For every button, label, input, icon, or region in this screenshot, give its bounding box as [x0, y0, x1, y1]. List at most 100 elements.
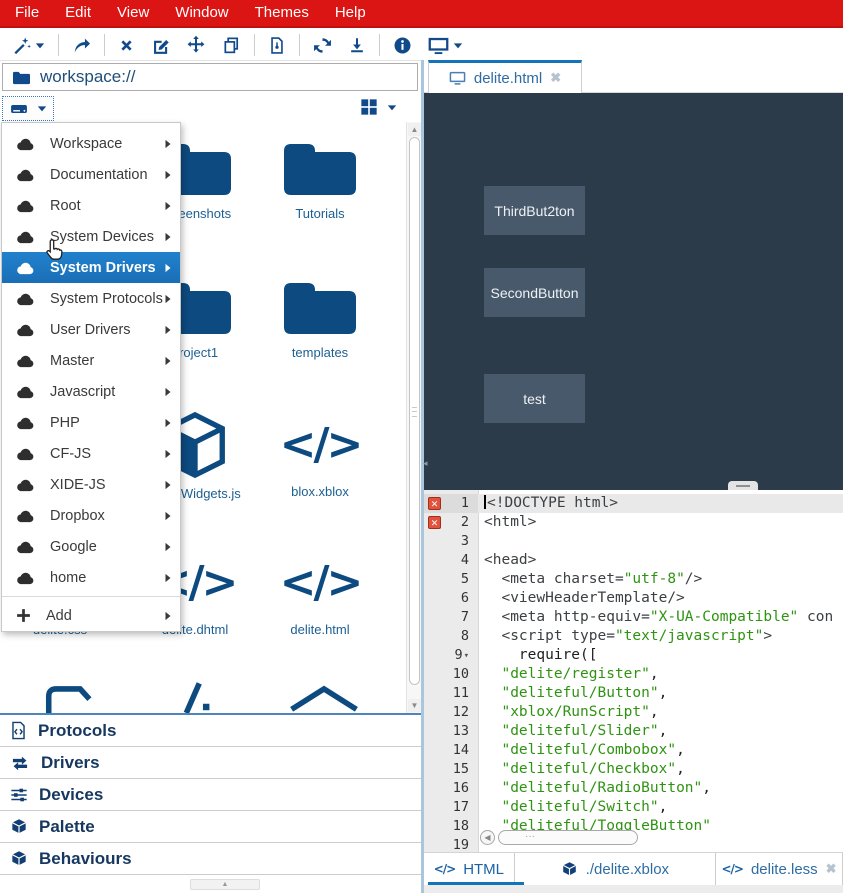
drive-menu-item-user-drivers[interactable]: User Drivers	[2, 314, 180, 345]
accordion-header-drivers[interactable]: Drivers	[0, 747, 421, 779]
menubar-item-help[interactable]: Help	[322, 0, 379, 26]
editor-line-8[interactable]: 8 <script type="text/javascript">	[424, 627, 843, 646]
scroll-left-arrow[interactable]: ◀	[480, 830, 495, 845]
preview-button-test[interactable]: test	[484, 374, 585, 423]
code-editor[interactable]: 1✕<!DOCTYPE html>2✕<html>34<head>5 <meta…	[424, 490, 843, 852]
drive-menu-item-system-devices[interactable]: System Devices	[2, 221, 180, 252]
drive-dropdown-menu: Workspace DocumentationRootSystem Devices…	[1, 122, 181, 632]
accordion-header-behaviours[interactable]: Behaviours	[0, 843, 421, 875]
file-item-tutorials[interactable]: Tutorials	[255, 136, 385, 221]
panel-collapse-handle[interactable]: ▲	[190, 879, 260, 890]
file-browser-scrollbar[interactable]: ▲ ▼	[406, 122, 421, 713]
drive-menu-item-javascript[interactable]: Javascript	[2, 376, 180, 407]
menu-item-label: System Protocols	[50, 291, 163, 307]
accordion-header-devices[interactable]: Devices	[0, 779, 421, 811]
toolbar-download-button[interactable]	[340, 34, 374, 56]
file-label: Tutorials	[295, 206, 344, 221]
submenu-arrow-icon	[164, 573, 172, 583]
ide-window: FileEditViewWindowThemesHelp workspace:/…	[0, 0, 843, 893]
file-item-blox-xblox[interactable]: </>blox.xblox	[255, 410, 385, 499]
drive-menu-item-cf-js[interactable]: CF-JS	[2, 438, 180, 469]
drive-menu-item-add[interactable]: Add	[2, 600, 180, 631]
editor-line-3[interactable]: 3	[424, 532, 843, 551]
editor-tab--delite-xblox[interactable]: ./delite.xblox	[515, 853, 716, 885]
menubar-item-file[interactable]: File	[2, 0, 52, 26]
editor-line-4[interactable]: 4<head>	[424, 551, 843, 570]
menubar-item-themes[interactable]: Themes	[242, 0, 322, 26]
drive-menu-item-root[interactable]: Root	[2, 190, 180, 221]
editor-horizontal-scrollbar[interactable]: ◀ ···	[480, 830, 655, 845]
editor-line-10[interactable]: 10 "delite/register",	[424, 665, 843, 684]
editor-line-9[interactable]: 9▾ require([	[424, 646, 843, 665]
fold-caret-icon[interactable]: ▾	[464, 651, 469, 661]
mouse-cursor-icon	[42, 237, 68, 263]
scrollbar-thumb[interactable]	[409, 137, 420, 685]
drive-menu-item-php[interactable]: PHP	[2, 407, 180, 438]
editor-line-14[interactable]: 14 "deliteful/Combobox",	[424, 741, 843, 760]
menubar-item-view[interactable]: View	[104, 0, 162, 26]
drive-menu-item-google[interactable]: Google	[2, 531, 180, 562]
toolbar-file-report-button[interactable]	[260, 34, 294, 57]
editor-line-2[interactable]: 2✕<html>	[424, 513, 843, 532]
tab-delite-html[interactable]: delite.html ✖	[428, 60, 582, 93]
file-item-delite-html[interactable]: </>delite.html	[255, 548, 385, 637]
toolbar-magic-wand-button[interactable]	[4, 34, 53, 57]
preview-button-thirdbut2ton[interactable]: ThirdBut2ton	[484, 186, 585, 235]
splitter-collapse-icon[interactable]: ◂	[423, 458, 428, 469]
drive-menu-item-xide-js[interactable]: XIDE-JS	[2, 469, 180, 500]
menu-item-label: Dropbox	[50, 508, 105, 524]
gutter-cell: 4	[424, 551, 478, 570]
editor-line-12[interactable]: 12 "xblox/RunScript",	[424, 703, 843, 722]
accordion-header-protocols[interactable]: Protocols	[0, 715, 421, 747]
drive-menu-item-documentation[interactable]: Documentation	[2, 159, 180, 190]
drive-menu-button[interactable]	[3, 97, 53, 120]
editor-line-15[interactable]: 15 "deliteful/Checkbox",	[424, 760, 843, 779]
drive-menu-item-dropbox[interactable]: Dropbox	[2, 500, 180, 531]
accordion-header-palette[interactable]: Palette	[0, 811, 421, 843]
editor-tab-delite-less[interactable]: </>delite.less✖	[716, 853, 843, 885]
editor-line-1[interactable]: 1✕<!DOCTYPE html>	[424, 494, 843, 513]
menubar-item-window[interactable]: Window	[162, 0, 241, 26]
scroll-up-arrow[interactable]: ▲	[408, 123, 421, 136]
close-icon[interactable]: ✖	[826, 861, 837, 877]
editor-tab-html[interactable]: </>HTML	[424, 853, 515, 885]
editor-line-6[interactable]: 6 <viewHeaderTemplate/>	[424, 589, 843, 608]
drive-menu-item-system-protocols[interactable]: System Protocols	[2, 283, 180, 314]
menu-item-label: Workspace	[50, 136, 122, 152]
file-item-templates[interactable]: templates	[255, 275, 385, 360]
preview-button-secondbutton[interactable]: SecondButton	[484, 268, 585, 317]
toolbar-edit-button[interactable]	[143, 34, 178, 57]
toolbar-move-button[interactable]	[178, 33, 214, 57]
code-file-icon: </>	[280, 548, 361, 618]
drive-menu-item-master[interactable]: Master	[2, 345, 180, 376]
toolbar-display-button[interactable]	[420, 34, 471, 57]
editor-line-7[interactable]: 7 <meta http-equiv="X-UA-Compatible" con	[424, 608, 843, 627]
editor-line-11[interactable]: 11 "deliteful/Button",	[424, 684, 843, 703]
editor-line-17[interactable]: 17 "deliteful/Switch",	[424, 798, 843, 817]
gutter-cell: 1✕	[424, 494, 478, 513]
menubar-item-edit[interactable]: Edit	[52, 0, 104, 26]
address-bar[interactable]: workspace://	[2, 63, 418, 91]
horizontal-splitter-handle[interactable]	[728, 481, 758, 490]
toolbar-refresh-button[interactable]	[305, 34, 340, 57]
html-preview-canvas[interactable]: ThirdBut2ton SecondButton test	[424, 93, 843, 490]
editor-line-5[interactable]: 5 <meta charset="utf-8"/>	[424, 570, 843, 589]
close-icon[interactable]: ✖	[550, 70, 561, 86]
drive-menu-item-system-drivers[interactable]: System Drivers	[2, 252, 180, 283]
gutter-cell: 3	[424, 532, 478, 551]
drive-menu-item-home[interactable]: home	[2, 562, 180, 593]
editor-line-16[interactable]: 16 "deliteful/RadioButton",	[424, 779, 843, 798]
editor-line-13[interactable]: 13 "deliteful/Slider",	[424, 722, 843, 741]
drive-menu-item-workspace[interactable]: Workspace	[2, 128, 180, 159]
view-mode-button[interactable]	[360, 98, 397, 116]
scroll-down-arrow[interactable]: ▼	[408, 699, 421, 712]
gutter-cell: 7	[424, 608, 478, 627]
scrollbar-thumb[interactable]: ···	[498, 830, 638, 845]
code-file-icon: </>	[280, 410, 361, 480]
grid-view-icon	[360, 98, 378, 116]
toolbar-close-button[interactable]	[110, 35, 143, 56]
submenu-arrow-icon	[164, 511, 172, 521]
toolbar-info-button[interactable]	[385, 34, 420, 57]
toolbar-copy-button[interactable]	[214, 34, 249, 57]
toolbar-redo-arrow-button[interactable]	[64, 34, 99, 57]
